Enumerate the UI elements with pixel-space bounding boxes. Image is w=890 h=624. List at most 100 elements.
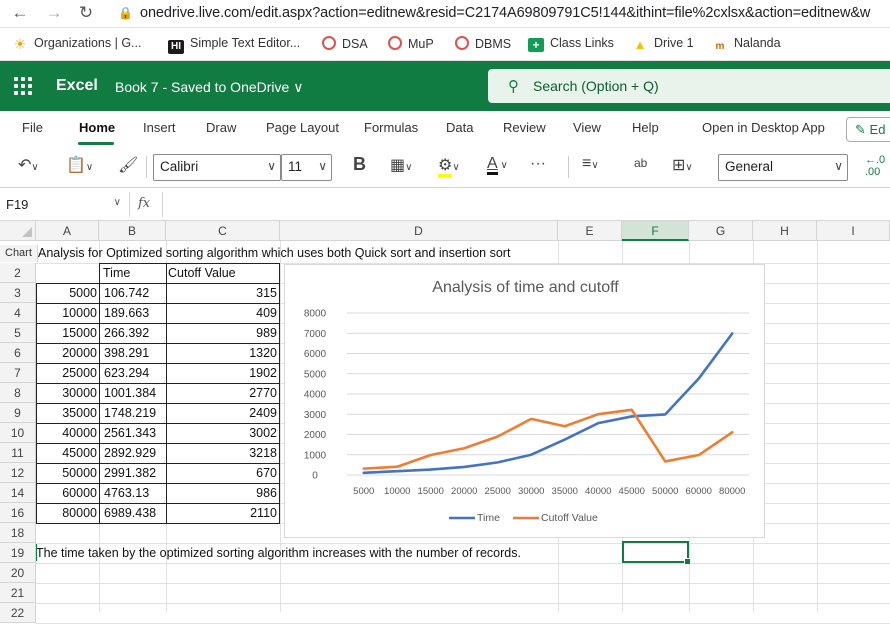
tab-page-layout[interactable]: Page Layout: [266, 120, 339, 135]
cell-cutoff[interactable]: 670: [166, 466, 277, 480]
cell-records[interactable]: 15000: [36, 326, 97, 340]
font-color-icon[interactable]: A ∨: [487, 155, 508, 175]
cell-cutoff[interactable]: 3218: [166, 446, 277, 460]
cell-time[interactable]: 623.294: [104, 366, 149, 380]
cell-records[interactable]: 80000: [36, 506, 97, 520]
cell-time[interactable]: 2991.382: [104, 466, 156, 480]
bookmark-drive-1[interactable]: ▲ Drive 1: [632, 36, 694, 52]
cell-time[interactable]: 2892.929: [104, 446, 156, 460]
column-header-b[interactable]: B: [99, 221, 166, 241]
row-header-5[interactable]: 5: [0, 323, 36, 343]
cell-records[interactable]: 10000: [36, 306, 97, 320]
title-cell[interactable]: Analysis for Optimized sorting algorithm…: [38, 246, 510, 260]
number-format-select[interactable]: General ∨: [718, 154, 848, 181]
row-header-9[interactable]: 9: [0, 403, 36, 423]
row-header-8[interactable]: 8: [0, 383, 36, 403]
select-all-corner[interactable]: [0, 221, 36, 241]
bold-button[interactable]: B: [353, 154, 366, 175]
cell-time[interactable]: 398.291: [104, 346, 149, 360]
bookmark-mup[interactable]: MuP: [388, 36, 434, 51]
row-header-4[interactable]: 4: [0, 303, 36, 323]
format-painter-icon[interactable]: 🖌: [118, 155, 138, 175]
row-header-10[interactable]: 10: [0, 423, 36, 443]
column-header-i[interactable]: I: [817, 221, 890, 241]
cell-cutoff[interactable]: 989: [166, 326, 277, 340]
cell-cutoff[interactable]: 2770: [166, 386, 277, 400]
row-header-22[interactable]: 22: [0, 603, 36, 623]
cell-cutoff[interactable]: 1320: [166, 346, 277, 360]
row-header-12[interactable]: 12: [0, 463, 36, 483]
header-cutoff[interactable]: Cutoff Value: [168, 266, 236, 280]
row-header-3[interactable]: 3: [0, 283, 36, 303]
forward-arrow-icon[interactable]: →: [44, 3, 64, 23]
row-header-21[interactable]: 21: [0, 583, 36, 603]
column-header-e[interactable]: E: [558, 221, 622, 241]
fill-color-icon[interactable]: ⚙∨: [438, 155, 460, 178]
undo-icon[interactable]: ↶∨: [18, 155, 39, 175]
conclusion-cell[interactable]: The time taken by the optimized sorting …: [36, 546, 521, 560]
column-header-d[interactable]: D: [280, 221, 558, 241]
address-bar[interactable]: 🔒 onedrive.live.com/edit.aspx?action=edi…: [110, 2, 890, 25]
cell-records[interactable]: 25000: [36, 366, 97, 380]
tab-file[interactable]: File: [22, 120, 43, 135]
borders-icon[interactable]: ▦∨: [390, 155, 412, 175]
align-icon[interactable]: ≡∨: [582, 155, 599, 173]
tab-home[interactable]: Home: [79, 120, 115, 135]
column-header-g[interactable]: G: [689, 221, 753, 241]
bookmark-simple-text-editor[interactable]: HI Simple Text Editor...: [168, 36, 300, 54]
cell-time[interactable]: 1001.384: [104, 386, 156, 400]
cell-time[interactable]: 266.392: [104, 326, 149, 340]
tab-draw[interactable]: Draw: [206, 120, 236, 135]
cell-cutoff[interactable]: 3002: [166, 426, 277, 440]
cell-time[interactable]: 106.742: [104, 286, 149, 300]
tab-insert[interactable]: Insert: [143, 120, 176, 135]
spreadsheet-grid[interactable]: A B C D E F G H I 2 3 4 5 6 7 8 9 10 11 12 14 16 18 19 20 21 22 Cha…: [0, 221, 890, 624]
column-header-c[interactable]: C: [166, 221, 280, 241]
cell-time[interactable]: 4763.13: [104, 486, 149, 500]
column-header-f[interactable]: F: [622, 221, 689, 241]
cell-cutoff[interactable]: 1902: [166, 366, 277, 380]
more-options-button[interactable]: ···: [530, 155, 546, 173]
cell-records[interactable]: 5000: [36, 286, 97, 300]
row-header-14[interactable]: 14: [0, 483, 36, 503]
wrap-text-icon[interactable]: ab: [634, 156, 647, 170]
cell-time[interactable]: 2561.343: [104, 426, 156, 440]
reload-icon[interactable]: ↻: [76, 3, 96, 23]
cell-cutoff[interactable]: 315: [166, 286, 277, 300]
bookmark-dbms[interactable]: DBMS: [455, 36, 511, 51]
editing-mode-button[interactable]: ✎ Ed: [846, 117, 890, 142]
row-header-18[interactable]: 18: [0, 523, 36, 543]
row-header-16[interactable]: 16: [0, 503, 36, 523]
bookmark-nalanda[interactable]: m Nalanda: [712, 36, 781, 54]
app-name[interactable]: Excel: [56, 77, 98, 95]
header-time[interactable]: Time: [103, 266, 130, 280]
column-header-h[interactable]: H: [753, 221, 817, 241]
cell-time[interactable]: 1748.219: [104, 406, 156, 420]
cell-time[interactable]: 6989.438: [104, 506, 156, 520]
paste-icon[interactable]: 📋∨: [66, 155, 93, 175]
tab-review[interactable]: Review: [503, 120, 546, 135]
tab-formulas[interactable]: Formulas: [364, 120, 418, 135]
cell-time[interactable]: 189.663: [104, 306, 149, 320]
bookmark-class-links[interactable]: + Class Links: [528, 36, 614, 52]
fx-icon[interactable]: fx: [138, 196, 150, 211]
increase-decimal-icon[interactable]: ←.0.00: [865, 154, 885, 178]
font-size-select[interactable]: 11 ∨: [281, 154, 332, 181]
cell-records[interactable]: 35000: [36, 406, 97, 420]
row-header-6[interactable]: 6: [0, 343, 36, 363]
document-title[interactable]: Book 7 - Saved to OneDrive ∨: [115, 79, 303, 96]
search-box[interactable]: ⚲ Search (Option + Q): [488, 69, 890, 103]
tab-view[interactable]: View: [573, 120, 601, 135]
row-header-2[interactable]: 2: [0, 263, 36, 283]
cell-records[interactable]: 40000: [36, 426, 97, 440]
cell-cutoff[interactable]: 986: [166, 486, 277, 500]
column-header-a[interactable]: A: [36, 221, 99, 241]
bookmark-organizations[interactable]: ☀ Organizations | G...: [12, 36, 142, 51]
font-name-select[interactable]: Calibri ∨: [153, 154, 281, 181]
row-header-7[interactable]: 7: [0, 363, 36, 383]
name-box[interactable]: F19 ∨: [0, 192, 130, 217]
cell-cutoff[interactable]: 2409: [166, 406, 277, 420]
cell-records[interactable]: 45000: [36, 446, 97, 460]
cell-records[interactable]: 30000: [36, 386, 97, 400]
row-header-11[interactable]: 11: [0, 443, 36, 463]
